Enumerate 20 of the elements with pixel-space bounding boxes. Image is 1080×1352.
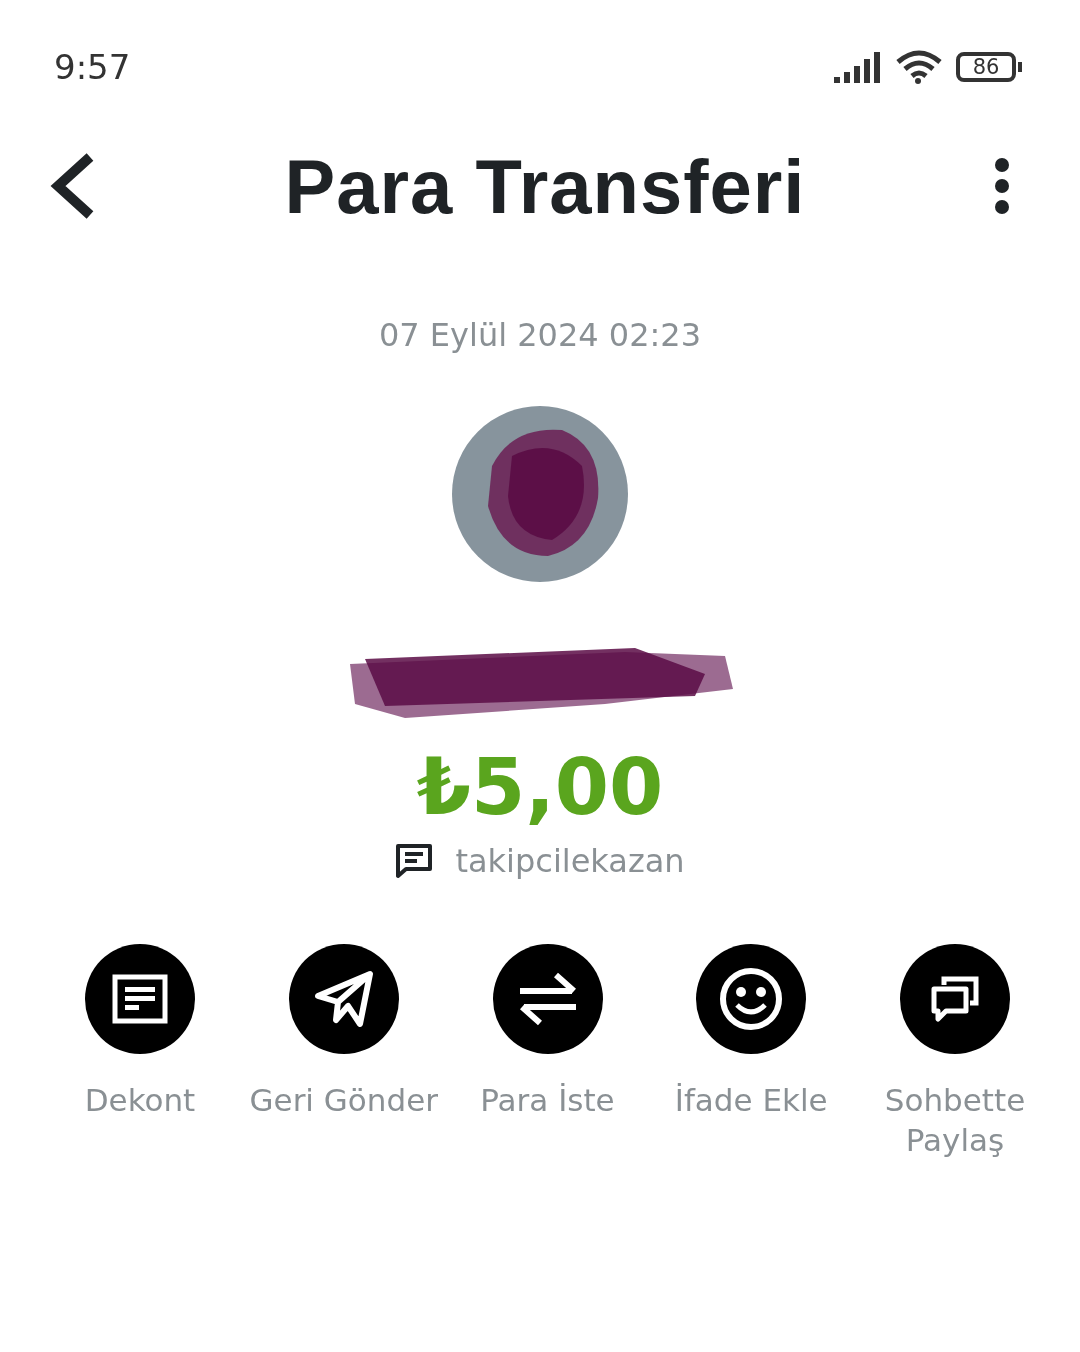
action-label: Dekont (83, 1081, 197, 1120)
action-label: Sohbette Paylaş (883, 1081, 1027, 1160)
paper-plane-icon (313, 970, 374, 1028)
transfer-note: takipcilekazan (455, 842, 685, 880)
more-options-icon[interactable] (994, 158, 1010, 214)
smiley-icon (719, 967, 784, 1031)
chat-bubbles-icon (930, 975, 980, 1023)
signal-icon (834, 51, 882, 83)
status-time: 9:57 (54, 47, 132, 87)
page-title: Para Transferi (283, 142, 807, 230)
wifi-icon (896, 50, 942, 84)
transfer-date: 07 Eylül 2024 02:23 (377, 316, 703, 354)
message-icon (395, 843, 434, 879)
back-icon[interactable] (50, 153, 96, 219)
transfer-amount: ₺5,00 (416, 742, 664, 832)
action-label: Geri Gönder (248, 1081, 439, 1120)
action-label: Para İste (479, 1081, 616, 1120)
document-icon (112, 974, 168, 1024)
action-label: İfade Ekle (673, 1081, 829, 1120)
exchange-arrows-icon (517, 971, 578, 1027)
